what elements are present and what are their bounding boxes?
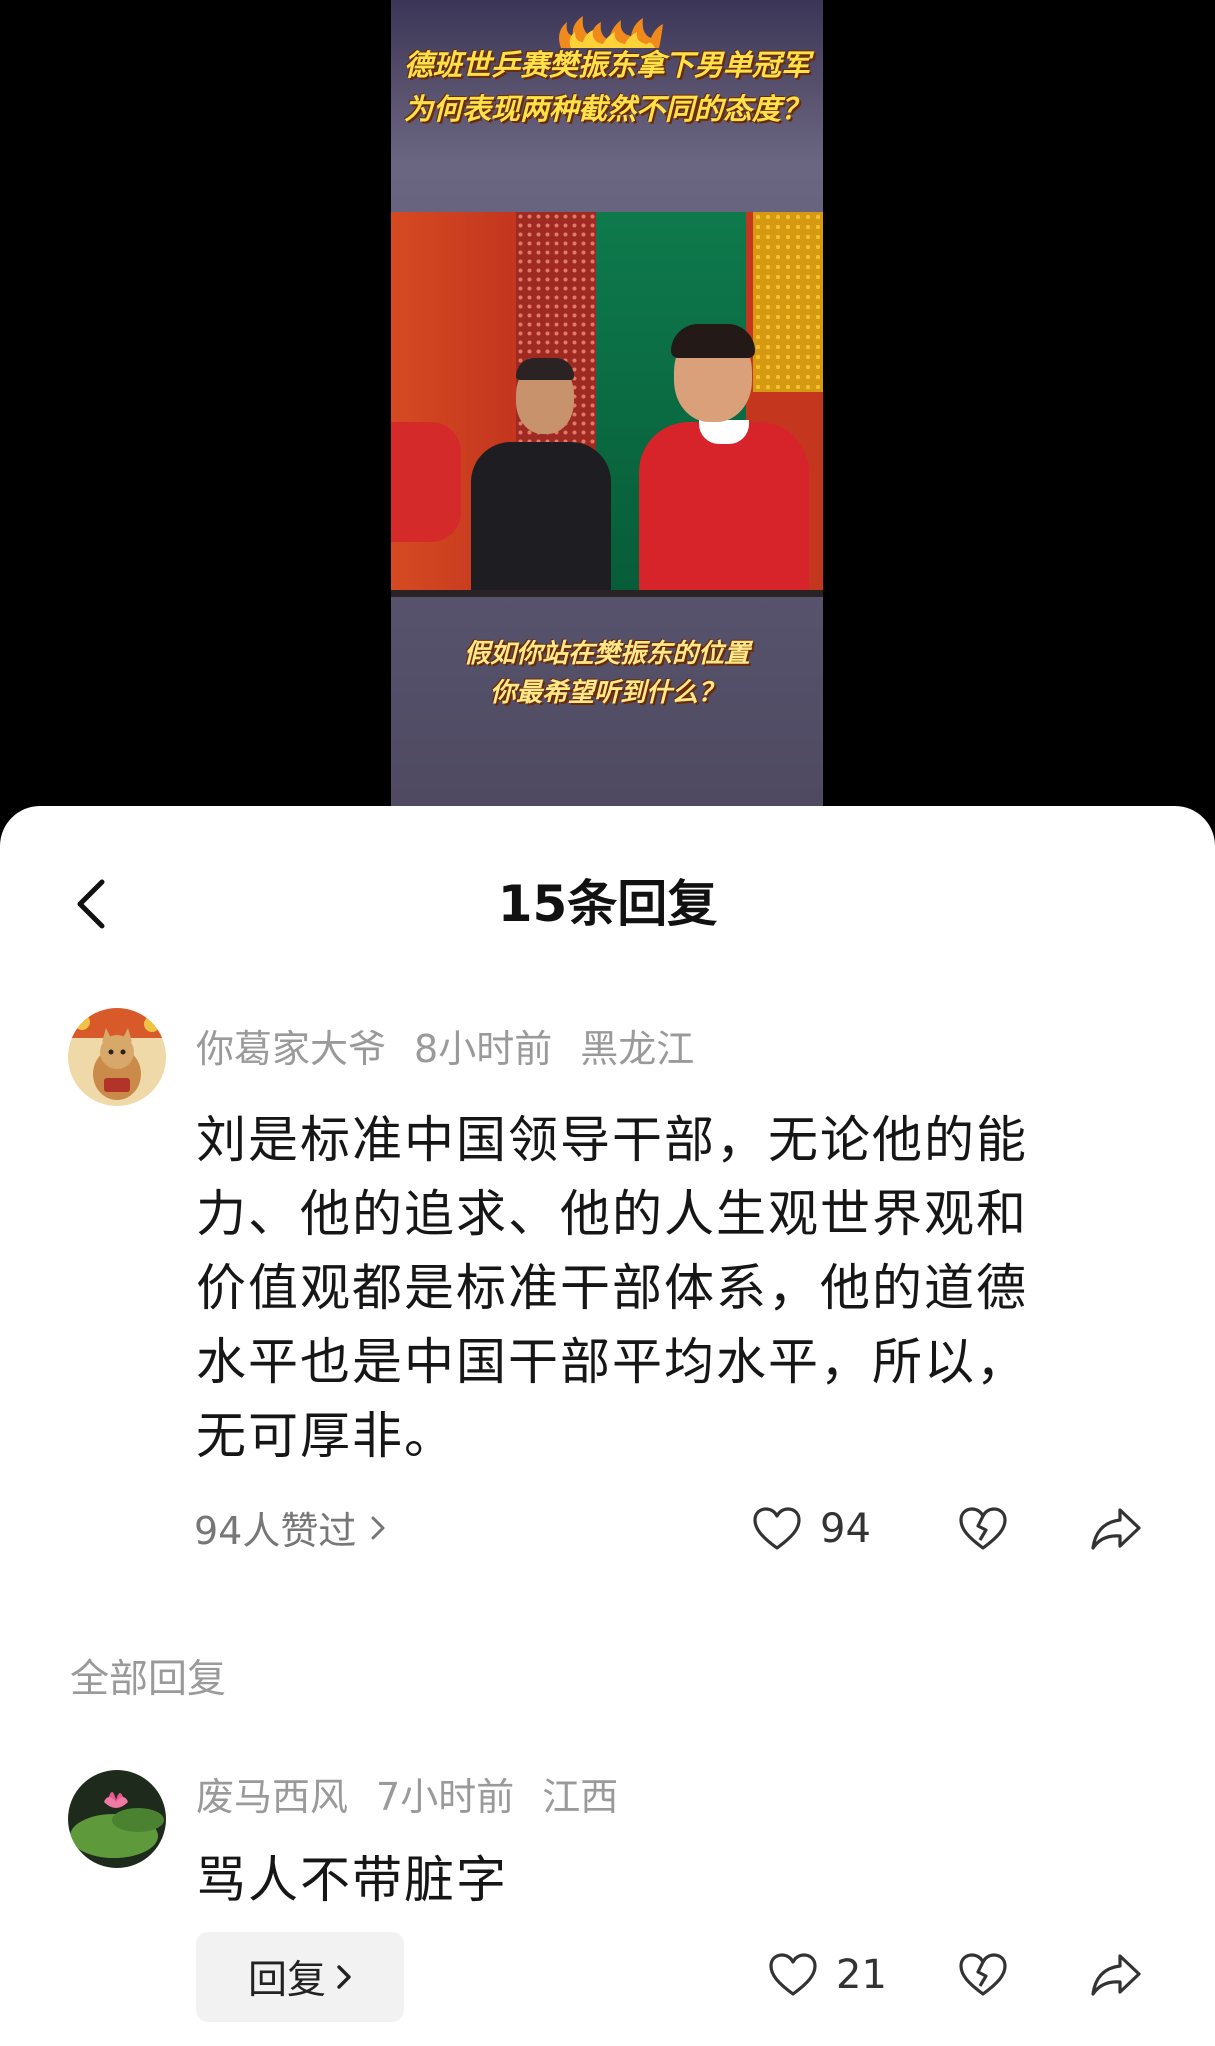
video-caption-top-1: 德班世乒赛樊振东拿下男单冠军	[403, 48, 810, 82]
video-scene	[391, 212, 823, 597]
lotus-avatar-icon	[68, 1770, 166, 1868]
reply-text[interactable]: 骂人不带脏字	[196, 1840, 508, 1912]
chevron-right-icon	[337, 1965, 351, 1989]
comment-time: 8小时前	[414, 1027, 553, 1071]
chevron-right-icon	[371, 1516, 385, 1539]
reply-button-label: 回复	[247, 1958, 326, 2003]
share-button[interactable]	[1090, 1506, 1142, 1552]
heart-icon	[753, 1507, 801, 1550]
reply-time: 7小时前	[376, 1775, 515, 1819]
likers-label: 94人赞过	[194, 1509, 357, 1553]
video-caption-bottom-1: 假如你站在樊振东的位置	[463, 639, 750, 669]
video-caption-top-2: 为何表现两种截然不同的态度？	[403, 92, 810, 126]
heart-icon	[769, 1953, 817, 1996]
comment-author[interactable]: 你葛家大爷	[196, 1027, 386, 1071]
reply-meta: 废马西风 7小时前 江西	[196, 1774, 646, 1820]
host-figure	[471, 442, 611, 597]
comment-text-line: 力、他的追求、他的人生观世界观和	[196, 1185, 1028, 1243]
dislike-button[interactable]	[958, 1506, 1008, 1552]
comment-location: 黑龙江	[580, 1027, 695, 1071]
comment-text-line: 价值观都是标准干部体系，他的道德	[196, 1259, 1028, 1317]
comment-text-line: 刘是标准中国领导干部，无论他的能	[196, 1111, 1028, 1169]
reply-author[interactable]: 废马西风	[196, 1775, 348, 1819]
comment-text-line: 水平也是中国干部平均水平，所以，	[196, 1333, 1028, 1391]
comment-text-line: 无可厚非。	[196, 1407, 456, 1465]
dislike-button[interactable]	[958, 1952, 1008, 1998]
reply-location: 江西	[542, 1775, 619, 1819]
comment-text[interactable]: 刘是标准中国领导干部，无论他的能 力、他的追求、他的人生观世界观和 价值观都是标…	[196, 1103, 1116, 1473]
broken-heart-icon	[959, 1953, 1007, 1996]
video-frame[interactable]: 德班世乒赛樊振东拿下男单冠军 为何表现两种截然不同的态度？ 假如你站在樊振东的位…	[391, 0, 823, 820]
like-count: 94	[820, 1506, 871, 1552]
comment-meta: 你葛家大爷 8小时前 黑龙江	[196, 1026, 722, 1072]
all-replies-heading: 全部回复	[70, 1657, 227, 1702]
avatar[interactable]	[68, 1770, 166, 1868]
video-caption-bottom-2: 你最希望听到什么？	[489, 678, 724, 708]
avatar[interactable]	[68, 1008, 166, 1106]
panel-header: 15条回复	[0, 866, 1215, 956]
video-area[interactable]: 德班世乒赛樊振东拿下男单冠军 为何表现两种截然不同的态度？ 假如你站在樊振东的位…	[0, 0, 1215, 820]
broken-heart-icon	[959, 1507, 1007, 1550]
like-button[interactable]: 94	[752, 1506, 871, 1552]
like-button[interactable]: 21	[768, 1952, 887, 1998]
reply-button[interactable]: 回复	[196, 1932, 404, 2022]
share-button[interactable]	[1090, 1952, 1142, 1998]
panel-title: 15条回复	[497, 875, 718, 933]
like-count: 21	[836, 1952, 887, 1998]
share-arrow-icon	[1091, 1954, 1141, 1996]
athlete-figure	[639, 422, 809, 597]
share-arrow-icon	[1091, 1508, 1141, 1550]
likers-link[interactable]: 94人赞过	[194, 1500, 386, 1555]
cat-avatar-icon	[68, 1008, 166, 1106]
